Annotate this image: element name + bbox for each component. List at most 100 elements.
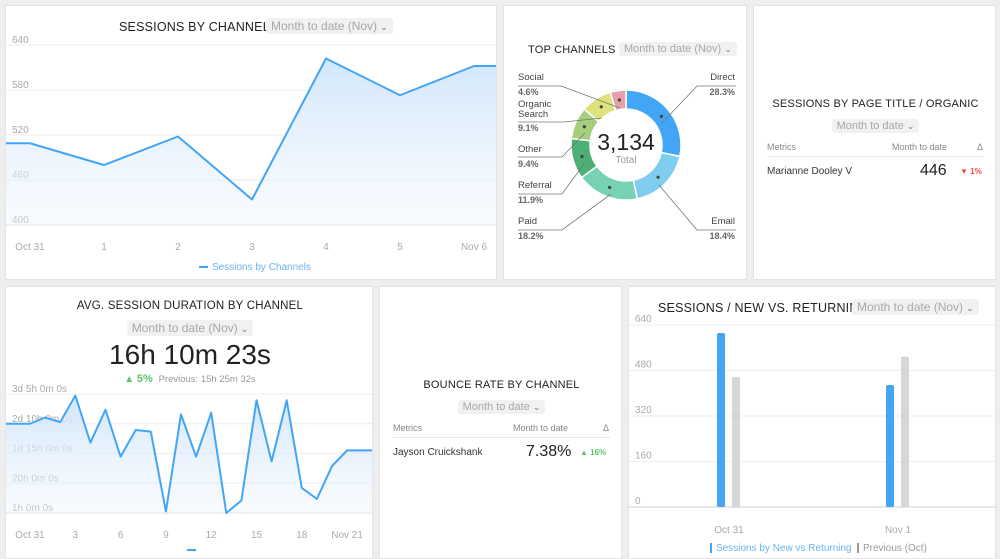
x-tick-label: Oct 31 xyxy=(714,525,744,536)
row-metric-name: Jayson Cruickshank xyxy=(393,447,483,458)
slice-label-social: Social xyxy=(518,72,544,83)
sessions-by-channel-panel: 640580520460400Oct 3112345Nov 6 SESSIONS… xyxy=(5,5,497,280)
slice-label-email: Email xyxy=(711,216,735,227)
chevron-down-icon: ⌄ xyxy=(724,44,732,54)
y-tick-label: 3d 5h 0m 0s xyxy=(12,384,67,395)
leader-dot xyxy=(656,175,660,179)
slice-label-referral: Referral xyxy=(518,180,552,191)
chevron-down-icon: ⌄ xyxy=(380,22,388,32)
new-vs-returning-chart: 640 480 320 160 0 Oct 31 Nov 1 xyxy=(629,314,995,536)
date-range-dropdown[interactable]: Month to date ⌄ xyxy=(457,400,546,414)
col-metrics: Metrics xyxy=(393,423,422,433)
new-vs-returning-panel: 640 480 320 160 0 Oct 31 Nov 1 SESSIONS / NEW … xyxy=(628,286,996,559)
sessions-by-channel-chart: 640580520460400Oct 3112345Nov 6 xyxy=(6,35,496,253)
row-delta: ▲ 16% xyxy=(580,448,606,457)
dropdown-wrap: Month to date (Nov) ⌄ xyxy=(6,319,372,337)
delta-value: 1% xyxy=(970,167,982,176)
avg-session-duration-panel: 3d 5h 0m 0s2d 10h 0m 0s1d 15h 0m 0s20h 0… xyxy=(5,286,373,559)
table-divider xyxy=(767,156,984,157)
x-tick-label: 3 xyxy=(249,242,255,253)
col-month-to-date: Month to date xyxy=(892,142,948,152)
bounce-rate-panel: BOUNCE RATE BY CHANNEL Month to date ⌄ Me… xyxy=(379,286,622,559)
y-tick-label: 0 xyxy=(635,496,641,507)
panel-title: TOP CHANNELS xyxy=(528,44,616,56)
leader-dot xyxy=(582,125,586,129)
x-tick-label: 6 xyxy=(118,530,124,541)
slice-pct-paid: 18.2% xyxy=(518,231,544,241)
donut-total: 3,134 xyxy=(597,129,655,155)
panel-title: AVG. SESSION DURATION BY CHANNEL xyxy=(76,300,304,312)
kpi-delta: 5% xyxy=(136,373,153,385)
row-value: 446 xyxy=(920,162,947,179)
x-tick-label: Nov 1 xyxy=(885,525,912,536)
kpi-delta-row: ▲ 5% Previous: 15h 25m 32s xyxy=(6,373,372,385)
dropdown-label: Month to date (Nov) xyxy=(857,300,964,314)
legend-item-new-vs-returning[interactable]: Sessions by New vs Returning xyxy=(710,543,852,554)
y-tick-label: 580 xyxy=(12,80,29,91)
slice-label-paid: Paid xyxy=(518,216,538,227)
bar-current xyxy=(717,332,725,507)
y-tick-label: 160 xyxy=(635,451,652,462)
top-channels-panel: TOP CHANNELS Month to date (Nov) ⌄ 3,134 … xyxy=(503,5,747,280)
legend-bar-icon xyxy=(710,543,712,554)
row-value: 7.38% xyxy=(526,443,572,460)
date-range-dropdown[interactable]: Month to date (Nov) ⌄ xyxy=(852,299,979,315)
x-tick-label: 9 xyxy=(163,530,169,541)
x-tick-label: Oct 31 xyxy=(15,530,45,541)
legend-item[interactable]: Sessions by Channels xyxy=(199,262,311,273)
bar-current xyxy=(886,385,894,507)
slice-pct-direct: 28.3% xyxy=(709,87,735,97)
panel-title: SESSIONS BY PAGE TITLE / ORGANIC xyxy=(772,98,979,110)
legend-marker[interactable] xyxy=(187,549,196,551)
col-metrics: Metrics xyxy=(767,142,796,152)
delta-value: 16% xyxy=(590,448,607,457)
chevron-down-icon: ⌄ xyxy=(966,303,974,313)
legend-item-previous[interactable]: Previous (Oct) xyxy=(857,543,927,554)
leader-dot xyxy=(617,98,622,102)
legend-bar-icon xyxy=(857,543,859,554)
leader-dot xyxy=(599,105,603,109)
y-tick-label: 640 xyxy=(12,35,29,46)
date-range-dropdown[interactable]: Month to date (Nov) ⌄ xyxy=(126,320,254,336)
dropdown-label: Month to date xyxy=(836,120,904,132)
dropdown-wrap: Month to date ⌄ xyxy=(754,116,995,134)
date-range-dropdown[interactable]: Month to date (Nov) ⌄ xyxy=(619,42,737,56)
date-range-dropdown[interactable]: Month to date (Nov) ⌄ xyxy=(266,18,393,34)
x-tick-label: 5 xyxy=(397,242,403,253)
leader-dot xyxy=(659,114,663,118)
y-tick-label: 480 xyxy=(635,360,652,371)
leader-dot xyxy=(608,185,612,190)
table-divider xyxy=(393,437,610,438)
panel-title: BOUNCE RATE BY CHANNEL xyxy=(423,379,580,391)
x-tick-label: Oct 31 xyxy=(15,242,45,253)
dropdown-label: Month to date (Nov) xyxy=(131,321,238,335)
legend-label: Sessions by New vs Returning xyxy=(716,543,852,554)
col-month-to-date: Month to date xyxy=(513,423,569,433)
x-tick-label: 12 xyxy=(206,530,218,541)
x-tick-label: Nov 21 xyxy=(331,530,363,541)
y-tick-label: 520 xyxy=(12,125,29,136)
kpi-previous: Previous: 15h 25m 32s xyxy=(158,374,256,385)
x-tick-label: Nov 6 xyxy=(461,242,488,253)
x-tick-label: 2 xyxy=(175,242,181,253)
slice-pct-email: 18.4% xyxy=(709,231,735,241)
slice-pct-other: 9.4% xyxy=(518,159,539,169)
dropdown-label: Month to date (Nov) xyxy=(624,43,722,55)
legend-label: Previous (Oct) xyxy=(863,543,927,554)
leader-dot xyxy=(580,154,584,159)
bar-previous xyxy=(901,356,909,507)
dropdown-label: Month to date (Nov) xyxy=(271,19,378,33)
x-tick-label: 15 xyxy=(251,530,263,541)
page-title-organic-panel: SESSIONS BY PAGE TITLE / ORGANIC Month t… xyxy=(753,5,996,280)
chevron-down-icon: ⌄ xyxy=(240,324,249,334)
slice-label-organic-search: Organic Search xyxy=(518,99,552,120)
dropdown-wrap: Month to date ⌄ xyxy=(380,397,621,415)
slice-label-other: Other xyxy=(518,144,542,155)
slice-pct-organic-search: 9.1% xyxy=(518,123,539,133)
x-tick-label: 4 xyxy=(323,242,329,253)
date-range-dropdown[interactable]: Month to date ⌄ xyxy=(831,119,920,133)
col-delta: Δ xyxy=(977,142,984,152)
x-tick-label: 3 xyxy=(73,530,79,541)
slice-pct-referral: 11.9% xyxy=(518,195,544,205)
triangle-up-icon: ▲ xyxy=(580,448,588,457)
